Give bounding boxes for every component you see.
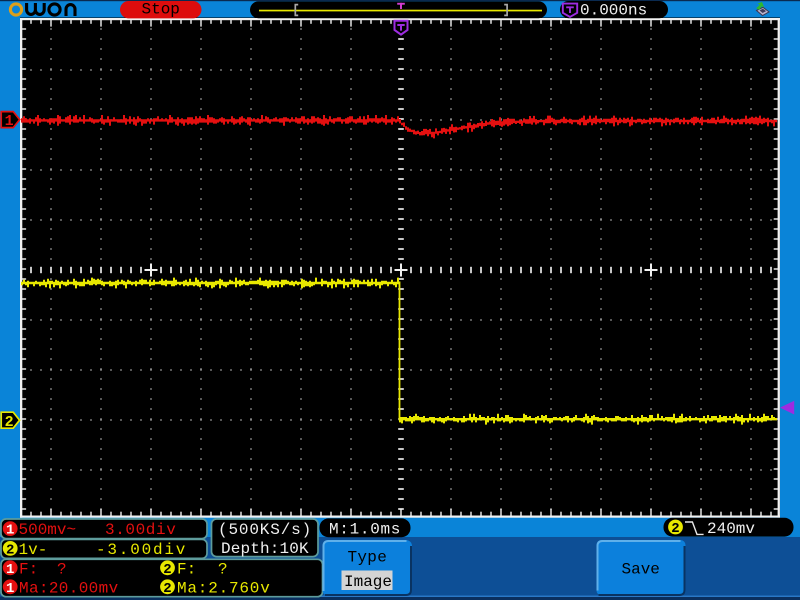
svg-text:1v-: 1v- bbox=[19, 541, 48, 559]
svg-text:2: 2 bbox=[163, 562, 171, 578]
svg-text:2: 2 bbox=[5, 414, 14, 431]
svg-text:Depth:10K: Depth:10K bbox=[221, 540, 309, 558]
svg-text:1: 1 bbox=[6, 523, 14, 539]
svg-text:-3.00div: -3.00div bbox=[96, 541, 187, 559]
svg-text:Ma:2.760v: Ma:2.760v bbox=[177, 579, 271, 597]
svg-text:?: ? bbox=[57, 560, 67, 578]
svg-text:?: ? bbox=[218, 560, 228, 578]
svg-text:2: 2 bbox=[6, 542, 14, 558]
svg-text:2: 2 bbox=[163, 581, 171, 597]
svg-text:2: 2 bbox=[671, 521, 679, 537]
svg-text:1: 1 bbox=[6, 562, 14, 578]
svg-text:0.000ns: 0.000ns bbox=[580, 2, 647, 20]
svg-text:1: 1 bbox=[6, 581, 14, 597]
svg-text:Save: Save bbox=[622, 561, 660, 579]
svg-text:(500KS/s): (500KS/s) bbox=[218, 521, 312, 539]
svg-text:Image: Image bbox=[344, 573, 392, 591]
svg-text:3.00div: 3.00div bbox=[105, 521, 176, 539]
svg-text:240mv: 240mv bbox=[707, 520, 755, 538]
svg-text:F:: F: bbox=[19, 560, 38, 578]
svg-text:M:1.0ms: M:1.0ms bbox=[329, 521, 401, 539]
svg-text:1: 1 bbox=[5, 113, 14, 130]
svg-text:Type: Type bbox=[348, 549, 388, 567]
svg-text:500mv~: 500mv~ bbox=[19, 521, 77, 539]
svg-text:F:: F: bbox=[177, 560, 196, 578]
svg-text:Stop: Stop bbox=[142, 1, 180, 19]
svg-text:Ma:20.00mv: Ma:20.00mv bbox=[19, 579, 119, 597]
